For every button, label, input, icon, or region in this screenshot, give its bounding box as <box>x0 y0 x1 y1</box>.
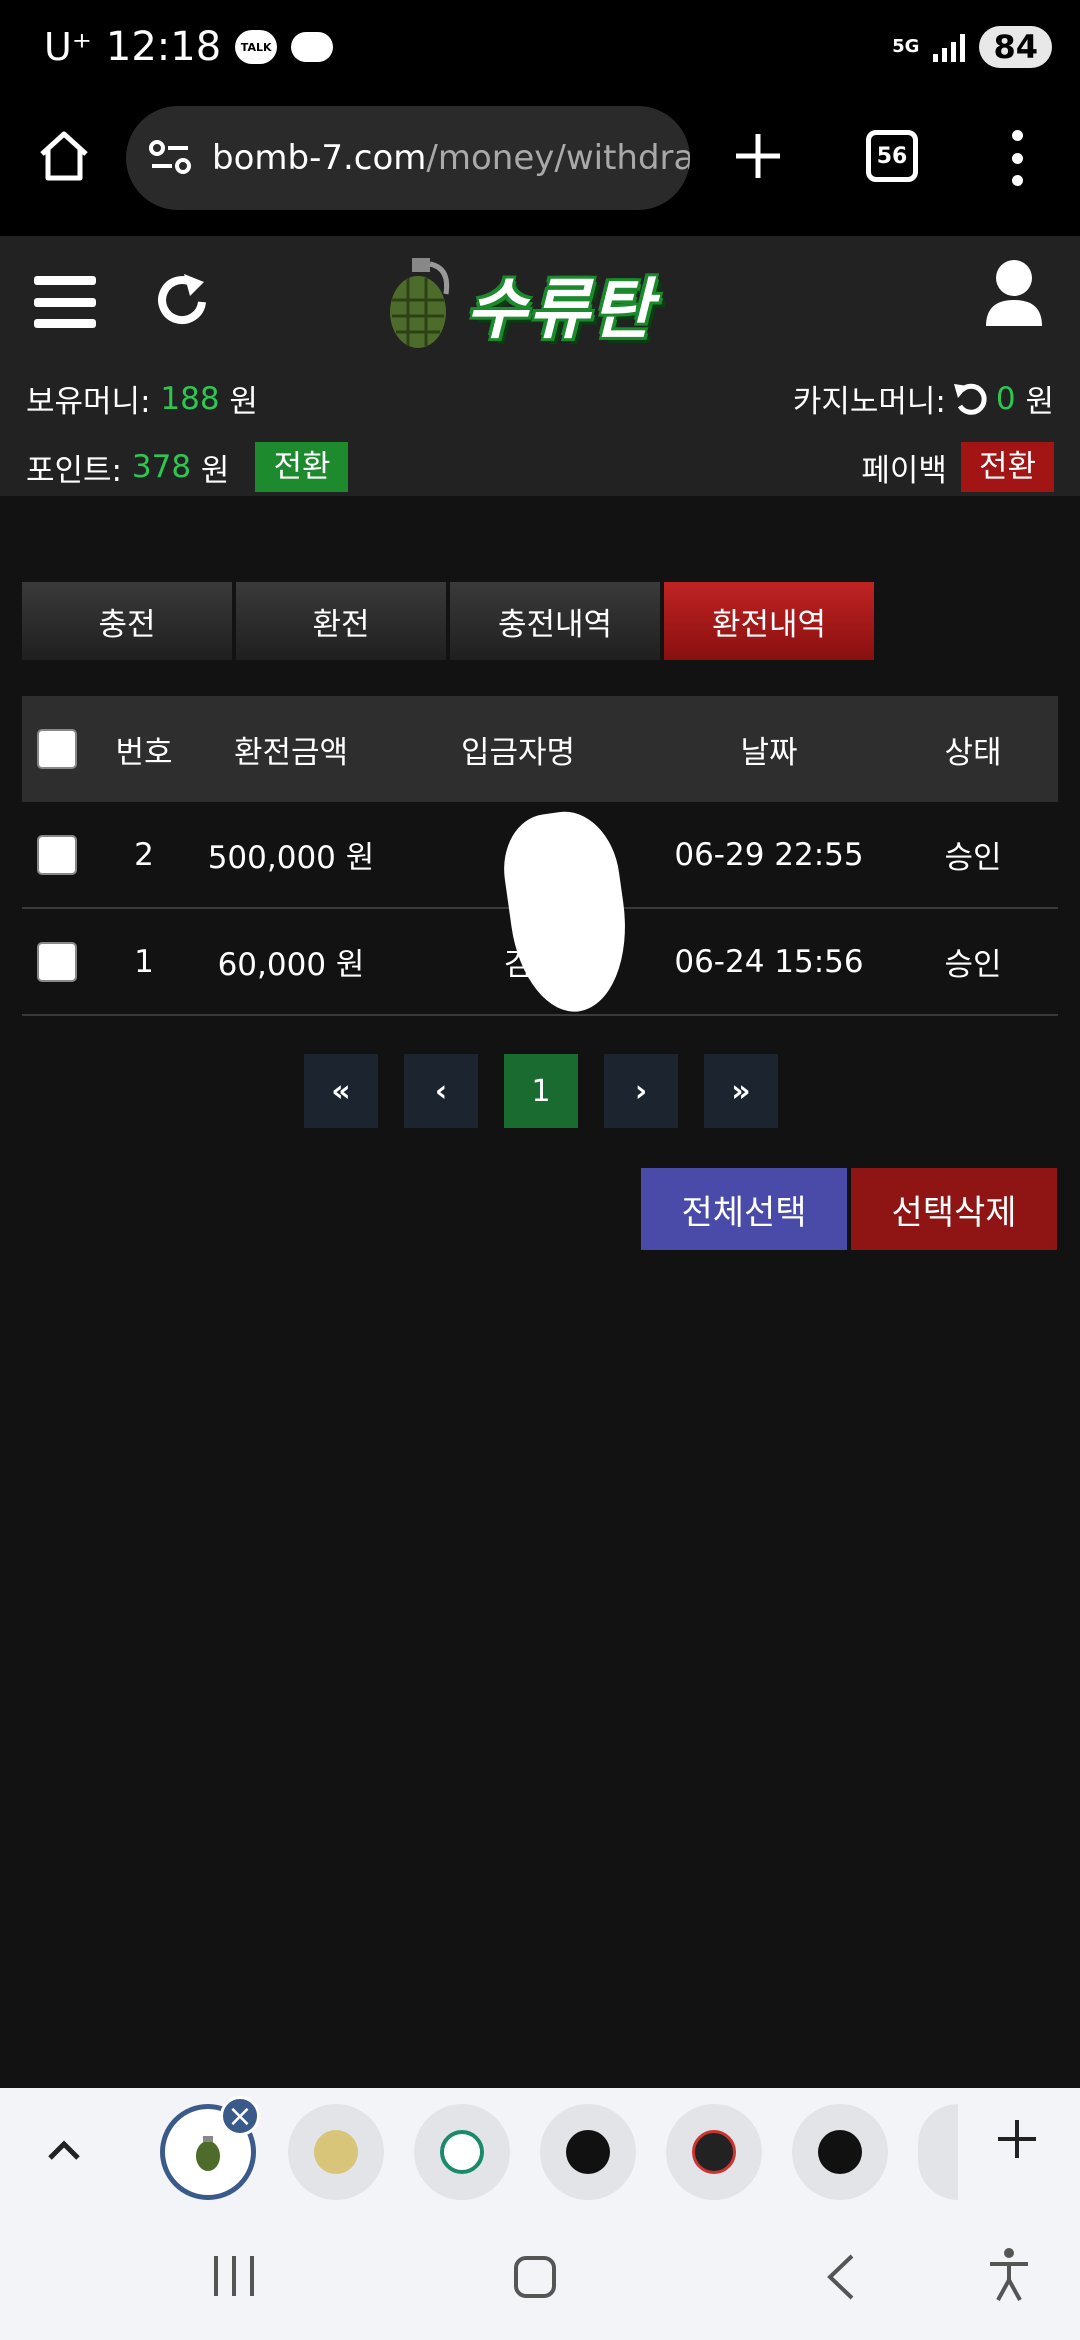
browser-toolbar: bomb-7.com/money/withdrawa 56 <box>0 100 1080 236</box>
next-page-button[interactable]: › <box>604 1054 678 1128</box>
address-bar[interactable]: bomb-7.com/money/withdrawa <box>126 106 690 210</box>
refresh-icon[interactable] <box>156 270 212 330</box>
row-amount: 60,000 원 <box>217 947 365 983</box>
browser-tab-strip: × <box>0 2088 1080 2216</box>
select-all-button[interactable]: 전체선택 <box>641 1168 847 1250</box>
tab-withdraw-history[interactable]: 환전내역 <box>664 582 874 660</box>
pagination: « ‹ 1 › » <box>304 1054 778 1128</box>
points-convert-button[interactable]: 전환 <box>255 442 349 492</box>
site-header: 수류탄 보유머니: 188 원 카지노머니: 0 원 포인트: 378 원 전환… <box>0 236 1080 496</box>
casino-money: 카지노머니: 0 원 <box>793 376 1054 421</box>
row-date: 06-29 22:55 <box>674 836 864 873</box>
home-icon[interactable] <box>36 128 92 184</box>
header-depositor: 입금자명 <box>460 734 576 771</box>
row-checkbox[interactable] <box>37 834 77 875</box>
row-status: 승인 <box>944 840 1002 876</box>
status-bar: U⁺ 12:18 TALK 5G 84 <box>0 0 1080 100</box>
row-status: 승인 <box>944 947 1002 983</box>
logo-text: 수류탄 <box>466 271 655 348</box>
s-favicon-icon <box>440 2130 484 2174</box>
points-label: 포인트: <box>26 452 123 489</box>
signal-icon <box>933 32 966 62</box>
payback: 페이백 전환 <box>861 442 1054 492</box>
payback-label: 페이백 <box>861 452 947 489</box>
new-tab-icon[interactable] <box>730 128 786 184</box>
row-checkbox[interactable] <box>37 941 77 982</box>
grenade-icon <box>390 258 450 348</box>
nav-home-icon[interactable] <box>514 2256 556 2298</box>
table-header: 번호 환전금액 입금자명 날짜 상태 <box>22 696 1058 802</box>
casino-money-label: 카지노머니: <box>792 384 946 420</box>
points-value: 378 <box>131 449 192 485</box>
casino-money-value: 0 <box>995 380 1016 417</box>
money-tabs: 충전 환전 충전내역 환전내역 <box>22 582 874 660</box>
grenade-favicon-icon <box>196 2136 220 2171</box>
site-settings-icon[interactable] <box>148 136 192 180</box>
add-tab-icon[interactable] <box>996 2118 1038 2160</box>
page-1-button[interactable]: 1 <box>504 1054 578 1128</box>
user-profile-icon[interactable] <box>984 258 1044 328</box>
payback-convert-button[interactable]: 전환 <box>960 442 1054 492</box>
tab-switcher-button[interactable]: 56 <box>866 130 918 182</box>
site-logo[interactable]: 수류탄 <box>380 252 710 356</box>
url-path: /money/withdrawa <box>426 138 690 178</box>
row-no: 2 <box>134 836 154 873</box>
prev-page-button[interactable]: ‹ <box>404 1054 478 1128</box>
points-unit: 원 <box>200 452 230 489</box>
system-nav-bar <box>0 2216 1080 2340</box>
holding-money: 보유머니: 188 원 <box>26 376 258 421</box>
delete-selected-button[interactable]: 선택삭제 <box>851 1168 1057 1250</box>
last-page-button[interactable]: » <box>704 1054 778 1128</box>
holding-money-value: 188 <box>160 380 220 417</box>
first-page-button[interactable]: « <box>304 1054 378 1128</box>
wand-favicon-icon <box>566 2130 610 2174</box>
row-date: 06-24 15:56 <box>674 943 864 980</box>
cloud-icon <box>291 32 334 62</box>
tab-thumb[interactable] <box>792 2104 888 2200</box>
clock: 12:18 <box>105 24 222 70</box>
select-all-checkbox[interactable] <box>37 729 77 769</box>
tab-withdraw[interactable]: 환전 <box>236 582 446 660</box>
skull-favicon-icon <box>692 2130 736 2174</box>
accessibility-icon[interactable] <box>986 2246 1032 2302</box>
battery-indicator: 84 <box>979 26 1052 68</box>
close-tab-icon[interactable]: × <box>220 2096 260 2136</box>
tab-thumb[interactable] <box>666 2104 762 2200</box>
carrier-label: U⁺ <box>44 25 92 69</box>
tab-thumb[interactable] <box>540 2104 636 2200</box>
row-amount: 500,000 원 <box>207 840 375 876</box>
globe-favicon-icon <box>818 2130 862 2174</box>
chevron-up-icon[interactable] <box>44 2134 84 2164</box>
header-no: 번호 <box>115 734 173 771</box>
triangle-favicon-icon <box>314 2130 358 2174</box>
header-amount: 환전금액 <box>233 734 349 771</box>
row-no: 1 <box>134 943 154 980</box>
url-domain: bomb-7.com <box>212 138 427 178</box>
recent-apps-icon[interactable] <box>214 2256 254 2296</box>
casino-refresh-icon[interactable] <box>952 380 990 418</box>
back-icon[interactable] <box>822 2252 862 2302</box>
kakaotalk-icon: TALK <box>235 30 278 64</box>
header-date: 날짜 <box>740 734 798 771</box>
more-options-icon[interactable] <box>1010 130 1024 186</box>
header-status: 상태 <box>944 734 1002 771</box>
tab-thumb[interactable] <box>414 2104 510 2200</box>
holding-money-label: 보유머니: <box>26 384 151 420</box>
holding-money-unit: 원 <box>229 384 258 420</box>
url-text: bomb-7.com/money/withdrawa <box>212 138 690 178</box>
tab-thumb-partial[interactable] <box>918 2104 958 2200</box>
hamburger-menu-icon[interactable] <box>34 276 96 328</box>
points: 포인트: 378 원 전환 <box>26 442 349 492</box>
casino-money-unit: 원 <box>1025 384 1054 420</box>
tab-thumb[interactable] <box>288 2104 384 2200</box>
network-type: 5G <box>892 36 920 57</box>
tab-deposit-history[interactable]: 충전내역 <box>450 582 660 660</box>
tab-deposit[interactable]: 충전 <box>22 582 232 660</box>
